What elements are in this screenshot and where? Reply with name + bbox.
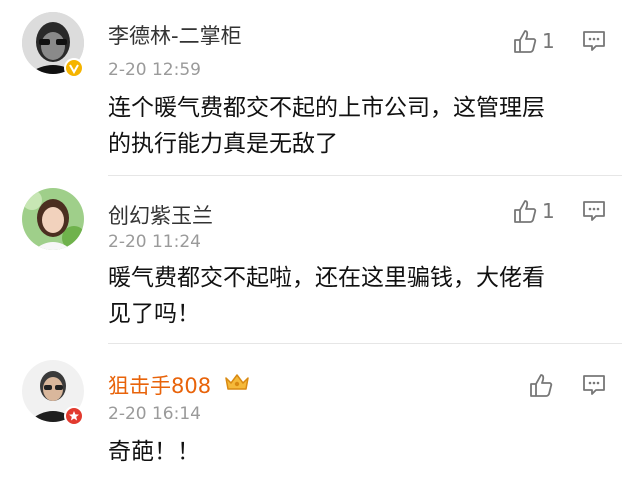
avatar[interactable] xyxy=(22,188,84,250)
thumbs-up-icon[interactable] xyxy=(528,372,554,398)
comment-time: 2-20 11:24 xyxy=(108,232,201,252)
comment-text-line: 奇葩！！ xyxy=(108,439,200,465)
reply-icon[interactable] xyxy=(582,374,606,396)
comment-text-line: 连个暖气费都交不起的上市公司，这管理层 xyxy=(108,95,545,121)
reply-icon[interactable] xyxy=(582,30,606,52)
comment-time: 2-20 16:14 xyxy=(108,404,201,424)
verified-badge-icon xyxy=(64,58,84,78)
like-count: 1 xyxy=(542,199,555,223)
divider xyxy=(108,343,622,344)
comment-text-line: 暖气费都交不起啦，还在这里骗钱，大佬看 xyxy=(108,265,545,291)
reply-icon[interactable] xyxy=(582,200,606,222)
crown-icon xyxy=(225,374,249,390)
comment-text: 连个暖气费都交不起的上市公司，这管理层 的执行能力真是无敌了 xyxy=(108,90,608,162)
comment-text-line: 见了吗！ xyxy=(108,301,200,327)
author-name[interactable]: 狙击手808 xyxy=(108,370,211,400)
divider xyxy=(108,175,622,176)
star-badge-icon xyxy=(64,406,84,426)
like-count: 1 xyxy=(542,29,555,53)
comment-text: 暖气费都交不起啦，还在这里骗钱，大佬看 见了吗！ xyxy=(108,260,608,332)
thumbs-up-icon[interactable] xyxy=(512,28,538,54)
author-name[interactable]: 李德林-二掌柜 xyxy=(108,20,242,50)
comment-time: 2-20 12:59 xyxy=(108,60,201,80)
comment-text-line: 的执行能力真是无敌了 xyxy=(108,131,338,157)
thumbs-up-icon[interactable] xyxy=(512,198,538,224)
comment-text: 奇葩！！ xyxy=(108,434,608,470)
author-name[interactable]: 创幻紫玉兰 xyxy=(108,200,213,230)
